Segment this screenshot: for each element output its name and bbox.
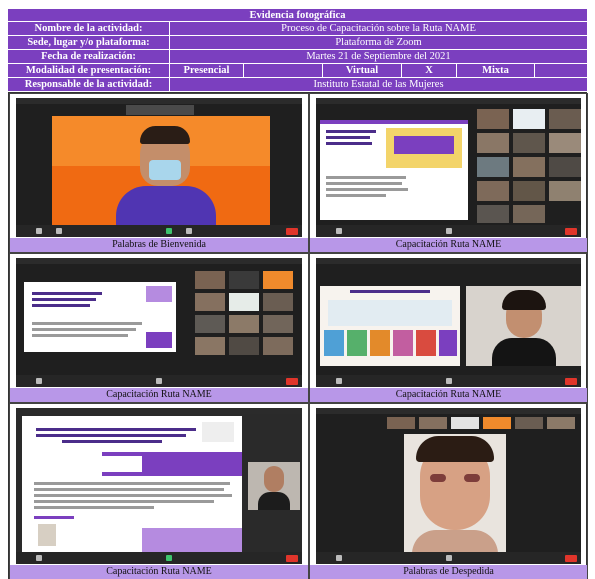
modality-presencial-mark <box>244 64 323 77</box>
photo-cell: Capacitación Ruta NAME <box>309 93 588 253</box>
venue-value: Plataforma de Zoom <box>335 37 422 48</box>
date-label: Fecha de realización: <box>8 50 170 63</box>
zoom-screenshot <box>316 408 581 564</box>
photo-grid: Palabras de Bienvenida Capacitación Ruta… <box>8 92 588 579</box>
photo-cell: Palabras de Bienvenida <box>9 93 309 253</box>
photo-caption: Capacitación Ruta NAME <box>10 565 308 579</box>
modality-virtual: Virtual <box>323 64 402 77</box>
responsible-row: Responsable de la actividad: Instituto E… <box>8 78 587 92</box>
photo-caption: Capacitación Ruta NAME <box>10 388 308 402</box>
photo-caption: Palabras de Bienvenida <box>10 238 308 252</box>
zoom-screenshot <box>16 408 302 564</box>
activity-name-label: Nombre de la actividad: <box>8 22 170 35</box>
photo-cell: Capacitación Ruta NAME <box>9 403 309 579</box>
modality-label: Modalidad de presentación: <box>8 64 170 77</box>
zoom-screenshot <box>316 258 581 387</box>
zoom-screenshot <box>16 98 302 237</box>
date-row: Fecha de realización: Martes 21 de Septi… <box>8 50 587 64</box>
photo-caption: Capacitación Ruta NAME <box>310 388 587 402</box>
venue-label: Sede, lugar y/o plataforma: <box>8 36 170 49</box>
modality-mixta: Mixta <box>457 64 535 77</box>
photo-cell: Capacitación Ruta NAME <box>309 253 588 403</box>
zoom-screenshot <box>16 258 302 387</box>
photo-caption: Palabras de Despedida <box>310 565 587 579</box>
evidence-title: Evidencia fotográfica <box>8 9 587 22</box>
responsible-label: Responsable de la actividad: <box>8 78 170 91</box>
activity-name-row: Nombre de la actividad: Proceso de Capac… <box>8 22 587 36</box>
zoom-screenshot <box>316 98 581 237</box>
photo-cell: Palabras de Despedida <box>309 403 588 579</box>
photo-caption: Capacitación Ruta NAME <box>310 238 587 252</box>
venue-row: Sede, lugar y/o plataforma: Plataforma d… <box>8 36 587 50</box>
activity-name-value: Proceso de Capacitación sobre la Ruta NA… <box>281 23 476 34</box>
photo-cell: Capacitación Ruta NAME <box>9 253 309 403</box>
responsible-value: Instituto Estatal de las Mujeres <box>313 79 444 90</box>
modality-virtual-mark: X <box>402 64 457 77</box>
modality-mixta-mark <box>535 64 587 77</box>
modality-row: Modalidad de presentación: Presencial Vi… <box>8 64 587 78</box>
date-value: Martes 21 de Septiembre del 2021 <box>306 51 451 62</box>
evidence-page: Evidencia fotográfica Nombre de la activ… <box>0 0 595 579</box>
modality-presencial: Presencial <box>170 64 244 77</box>
